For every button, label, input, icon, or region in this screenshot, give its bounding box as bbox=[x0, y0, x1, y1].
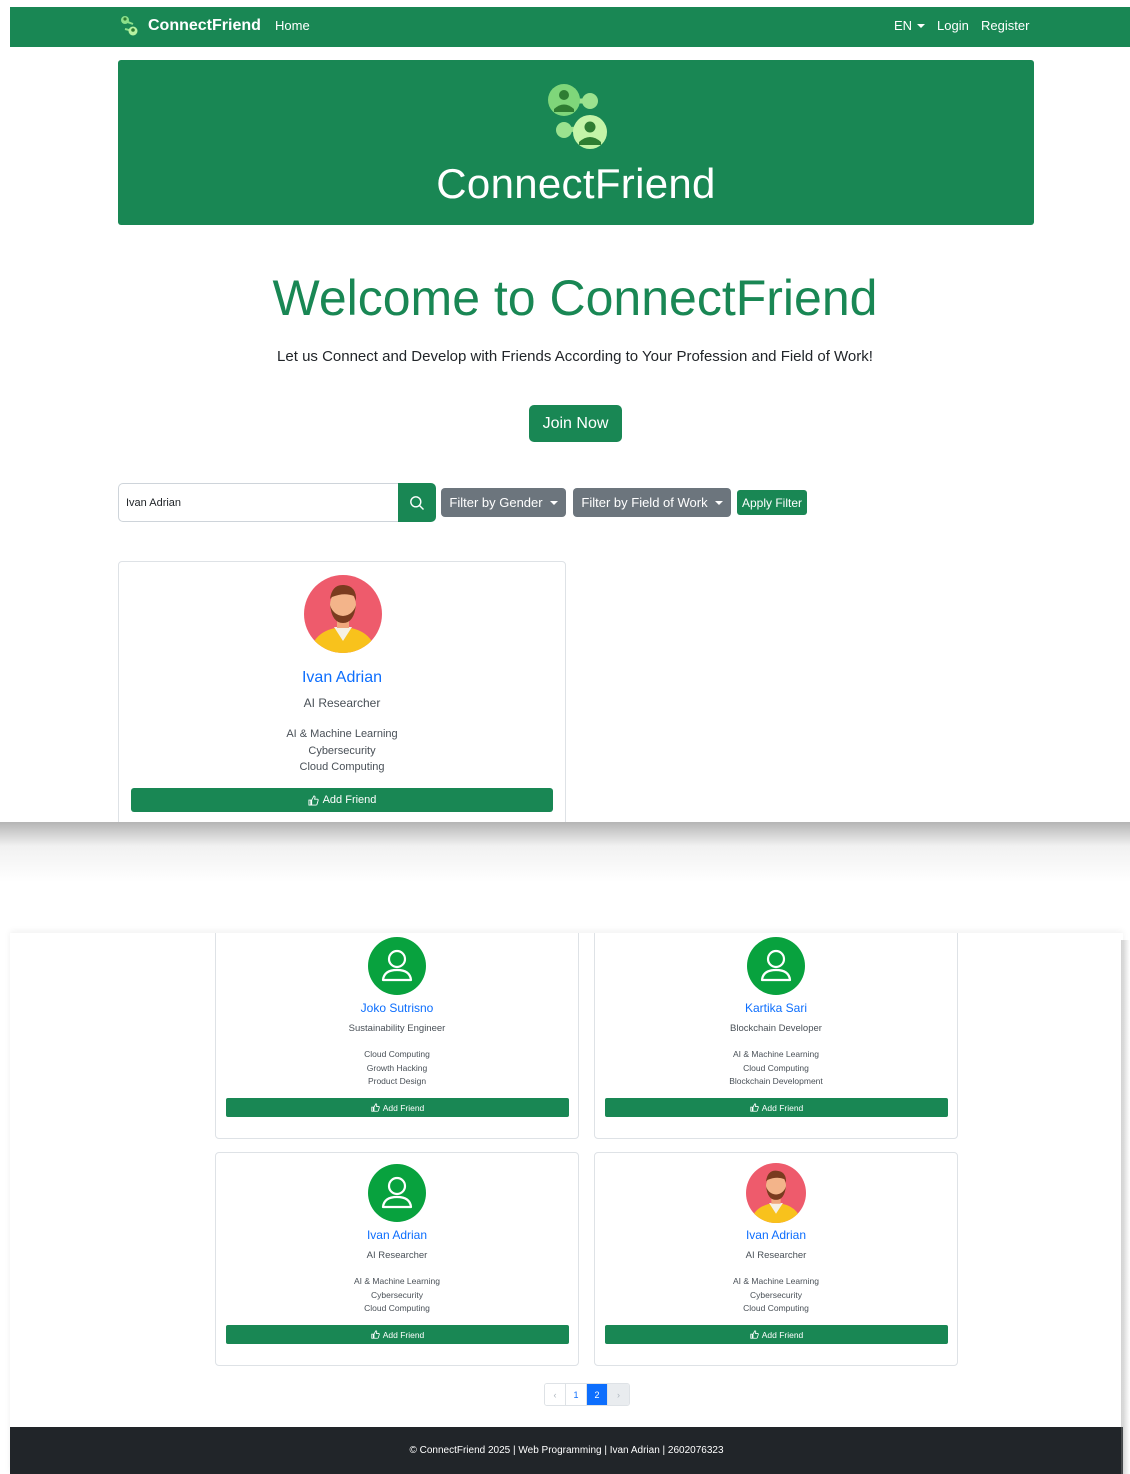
add-friend-label: Add Friend bbox=[382, 1329, 425, 1340]
add-friend-button[interactable]: Add Friend bbox=[131, 788, 553, 812]
user-name-link[interactable]: Ivan Adrian bbox=[119, 669, 565, 687]
user-name-link[interactable]: Ivan Adrian bbox=[595, 1228, 957, 1242]
connect-logo-icon bbox=[121, 16, 138, 36]
user-fields: AI & Machine Learning Cloud Computing Bl… bbox=[595, 1048, 957, 1089]
search-group bbox=[118, 483, 436, 522]
panel-shadow bbox=[0, 822, 1130, 882]
add-friend-label: Add Friend bbox=[761, 1329, 804, 1340]
field-item: Cloud Computing bbox=[743, 1303, 809, 1313]
field-item: Product Design bbox=[367, 1076, 427, 1086]
field-item: AI & Machine Learning bbox=[733, 1049, 819, 1059]
footer: © ConnectFriend 2025 | Web Programming |… bbox=[10, 1427, 1123, 1474]
field-item: Cybersecurity bbox=[750, 1289, 802, 1300]
caret-down-icon bbox=[714, 500, 723, 505]
welcome-tagline: Let us Connect and Develop with Friends … bbox=[277, 348, 873, 365]
nav-login-link[interactable]: Login bbox=[937, 18, 969, 33]
panel-shadow bbox=[1121, 940, 1130, 1474]
add-friend-button[interactable]: Add Friend bbox=[605, 1325, 948, 1344]
search-button[interactable] bbox=[398, 483, 436, 522]
pagination-prev[interactable]: ‹ bbox=[545, 1384, 566, 1405]
thumbs-up-icon bbox=[371, 1103, 380, 1112]
join-now-button[interactable]: Join Now bbox=[529, 405, 622, 442]
screenshot-top: ConnectFriend Home EN Login Register Con… bbox=[10, 7, 1130, 822]
language-label: EN bbox=[894, 18, 913, 33]
footer-text: © ConnectFriend 2025 | Web Programming |… bbox=[409, 1445, 724, 1456]
field-item: Cloud Computing bbox=[364, 1049, 430, 1059]
pagination-next[interactable]: › bbox=[608, 1384, 629, 1405]
pagination-page-1[interactable]: 1 bbox=[566, 1384, 587, 1405]
field-item: Cybersecurity bbox=[371, 1289, 423, 1300]
add-friend-label: Add Friend bbox=[382, 1102, 425, 1113]
field-item: Cloud Computing bbox=[364, 1303, 430, 1313]
avatar-photo bbox=[304, 575, 382, 653]
user-card: Ivan Adrian AI Researcher AI & Machine L… bbox=[215, 1152, 579, 1366]
screenshot-bottom: Joko Sutrisno Sustainability Engineer Cl… bbox=[10, 933, 1123, 1474]
user-fields: AI & Machine Learning Cybersecurity Clou… bbox=[216, 1275, 578, 1316]
user-fields: AI & Machine Learning Cybersecurity Clou… bbox=[119, 726, 565, 776]
user-job: AI Researcher bbox=[745, 1250, 807, 1261]
hero-banner: ConnectFriend bbox=[118, 60, 1034, 225]
field-item: Blockchain Development bbox=[729, 1076, 823, 1086]
brand-text: ConnectFriend bbox=[148, 17, 261, 34]
thumbs-up-icon bbox=[371, 1330, 380, 1339]
filter-gender-dropdown[interactable]: Filter by Gender bbox=[441, 488, 566, 517]
nav-register-link[interactable]: Register bbox=[981, 18, 1029, 33]
navbar: ConnectFriend Home EN Login Register bbox=[10, 7, 1130, 47]
filter-gender-label: Filter by Gender bbox=[449, 495, 543, 510]
add-friend-label: Add Friend bbox=[761, 1102, 804, 1113]
user-job: Sustainability Engineer bbox=[348, 1023, 446, 1034]
add-friend-button[interactable]: Add Friend bbox=[226, 1098, 569, 1117]
user-card: Ivan Adrian AI Researcher AI & Machine L… bbox=[594, 1152, 958, 1366]
field-item: AI & Machine Learning bbox=[286, 728, 398, 740]
filter-field-dropdown[interactable]: Filter by Field of Work bbox=[573, 488, 731, 517]
user-fields: AI & Machine Learning Cybersecurity Clou… bbox=[595, 1275, 957, 1316]
field-item: Cloud Computing bbox=[743, 1062, 809, 1073]
language-dropdown[interactable]: EN bbox=[894, 18, 926, 33]
user-name-link[interactable]: Kartika Sari bbox=[595, 1001, 957, 1015]
user-icon bbox=[368, 937, 426, 995]
user-name-link[interactable]: Joko Sutrisno bbox=[216, 1001, 578, 1015]
field-item: Cloud Computing bbox=[299, 761, 385, 773]
user-fields: Cloud Computing Growth Hacking Product D… bbox=[216, 1048, 578, 1089]
caret-down-icon bbox=[549, 500, 558, 505]
navbar-brand[interactable]: ConnectFriend bbox=[118, 14, 261, 38]
thumbs-up-icon bbox=[308, 794, 319, 806]
filter-field-label: Filter by Field of Work bbox=[581, 495, 708, 510]
hero-title: ConnectFriend bbox=[436, 160, 716, 207]
avatar-photo bbox=[746, 1163, 806, 1223]
connect-logo-icon bbox=[548, 84, 607, 149]
pagination: ‹ 1 2 › bbox=[544, 1383, 630, 1406]
user-card: Joko Sutrisno Sustainability Engineer Cl… bbox=[215, 933, 579, 1139]
user-card: Kartika Sari Blockchain Developer AI & M… bbox=[594, 933, 958, 1139]
field-item: AI & Machine Learning bbox=[354, 1276, 440, 1286]
add-friend-label: Add Friend bbox=[322, 794, 377, 806]
user-icon bbox=[747, 937, 805, 995]
caret-down-icon bbox=[917, 23, 926, 28]
user-name-link[interactable]: Ivan Adrian bbox=[216, 1228, 578, 1242]
pagination-page-2[interactable]: 2 bbox=[587, 1384, 608, 1405]
thumbs-up-icon bbox=[750, 1103, 759, 1112]
welcome-heading: Welcome to ConnectFriend bbox=[272, 270, 878, 326]
user-job: Blockchain Developer bbox=[730, 1023, 822, 1034]
field-item: Cybersecurity bbox=[308, 744, 376, 757]
nav-home-link[interactable]: Home bbox=[275, 18, 310, 33]
user-icon bbox=[368, 1164, 426, 1222]
user-job: AI Researcher bbox=[303, 696, 381, 710]
search-icon bbox=[410, 495, 424, 510]
apply-filter-button[interactable]: Apply Filter bbox=[737, 490, 807, 515]
field-item: Growth Hacking bbox=[366, 1062, 428, 1073]
user-card: Ivan Adrian AI Researcher AI & Machine L… bbox=[118, 561, 566, 822]
user-job: AI Researcher bbox=[366, 1250, 428, 1261]
field-item: AI & Machine Learning bbox=[733, 1276, 819, 1286]
add-friend-button[interactable]: Add Friend bbox=[226, 1325, 569, 1344]
thumbs-up-icon bbox=[750, 1330, 759, 1339]
search-input[interactable] bbox=[118, 483, 398, 522]
add-friend-button[interactable]: Add Friend bbox=[605, 1098, 948, 1117]
